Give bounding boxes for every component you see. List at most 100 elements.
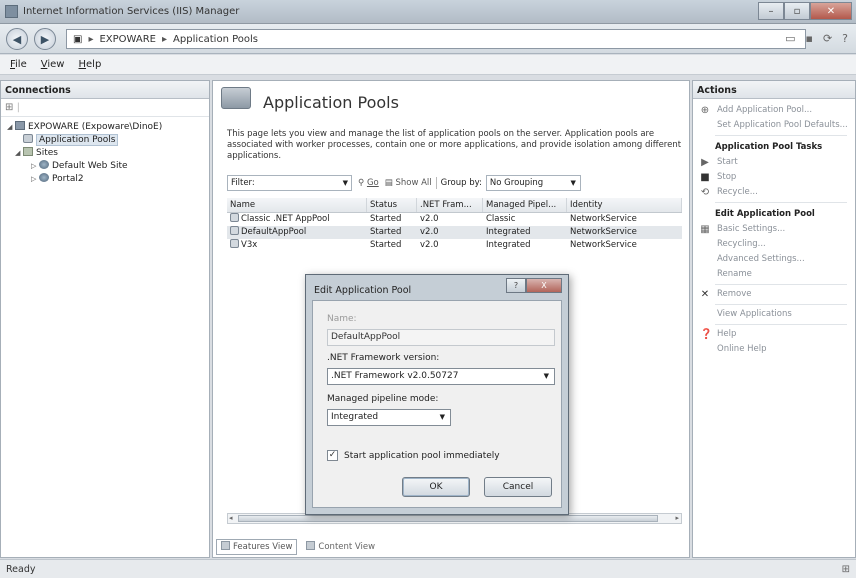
expand-icon[interactable]: ▷ [31, 173, 39, 186]
breadcrumb-app-pools[interactable]: Application Pools [173, 34, 258, 45]
group-by-select[interactable]: No Grouping ▼ [485, 175, 581, 191]
close-button[interactable]: ✕ [810, 2, 852, 20]
address-bar: ◀ ▶ ▣ ▸ EXPOWARE ▸ Application Pools ▭ ▪… [0, 24, 856, 54]
menu-file[interactable]: File [10, 59, 27, 70]
column-status[interactable]: Status [367, 198, 417, 212]
show-all-button[interactable]: ▤ Show All [385, 178, 432, 188]
toolbar-view-icon[interactable]: ▭ [785, 32, 795, 45]
pipeline-mode-select[interactable]: Integrated ▼ [327, 409, 451, 426]
server-icon [15, 121, 25, 130]
features-view-icon [221, 541, 230, 550]
actions-title: Actions [693, 81, 855, 99]
checkbox-checked-icon[interactable]: ✓ [327, 450, 338, 461]
start-icon: ▶ [701, 157, 709, 168]
application-pools-icon [221, 87, 251, 109]
toolbar-refresh-icon[interactable]: ⟳ [823, 32, 832, 45]
name-label: Name: [327, 314, 357, 324]
framework-version-select[interactable]: .NET Framework v2.0.50727 ▼ [327, 368, 555, 385]
scroll-left-icon[interactable]: ◂ [229, 514, 233, 522]
chevron-down-icon: ▼ [543, 372, 549, 380]
scrollbar-thumb[interactable] [238, 515, 658, 522]
add-application-pool-action[interactable]: ⊕ Add Application Pool... [693, 103, 855, 118]
breadcrumb-server[interactable]: EXPOWARE [99, 34, 156, 45]
maximize-button[interactable]: ▫ [784, 2, 810, 20]
column-name[interactable]: Name [227, 198, 367, 212]
column-identity[interactable]: Identity [567, 198, 682, 212]
chevron-down-icon: ▼ [439, 413, 445, 421]
status-text: Ready [6, 564, 36, 575]
tree-item-server[interactable]: ◢ EXPOWARE (Expoware\DinoE) [5, 121, 205, 134]
basic-settings-action[interactable]: ▦ Basic Settings... [693, 222, 855, 237]
tree-item-portal2[interactable]: ▷ Portal2 [5, 173, 205, 186]
dialog-help-button[interactable]: ? [506, 278, 526, 293]
table-row[interactable]: DefaultAppPool Started v2.0 Integrated N… [227, 226, 682, 239]
advanced-settings-action[interactable]: Advanced Settings... [693, 252, 855, 267]
expand-icon[interactable]: ▷ [31, 160, 39, 173]
column-managed-pipeline[interactable]: Managed Pipel... [483, 198, 567, 212]
view-applications-action[interactable]: View Applications [693, 307, 855, 322]
title-bar: Internet Information Services (IIS) Mana… [0, 0, 856, 24]
go-button[interactable]: ⚲ Go [358, 178, 379, 188]
help-action[interactable]: ❓ Help [693, 327, 855, 342]
scroll-right-icon[interactable]: ▸ [675, 514, 679, 522]
remove-action[interactable]: ✕ Remove [693, 287, 855, 302]
recycle-action[interactable]: ⟲ Recycle... [693, 185, 855, 200]
name-field: DefaultAppPool [327, 329, 555, 346]
forward-button[interactable]: ▶ [34, 28, 56, 50]
status-bar: Ready ⊞ [0, 559, 856, 578]
application-pools-table: Name Status .NET Fram... Managed Pipel..… [227, 198, 682, 252]
help-icon: ❓ [700, 329, 713, 340]
dialog-body: Name: DefaultAppPool .NET Framework vers… [312, 300, 562, 508]
menu-help[interactable]: Help [78, 59, 101, 70]
app-pool-icon [23, 134, 33, 143]
toolbar-stop-icon[interactable]: ▪ [805, 32, 812, 45]
collapse-icon[interactable]: ◢ [7, 121, 15, 134]
recycling-action[interactable]: Recycling... [693, 237, 855, 252]
column-net-framework[interactable]: .NET Fram... [417, 198, 483, 212]
online-help-action[interactable]: Online Help [693, 342, 855, 357]
tree-item-application-pools[interactable]: Application Pools [5, 134, 205, 147]
actions-panel: Actions ⊕ Add Application Pool... Set App… [692, 80, 856, 558]
tab-content-view[interactable]: Content View [301, 539, 380, 555]
ok-button[interactable]: OK [402, 477, 470, 497]
globe-icon [39, 160, 49, 169]
tree-item-sites[interactable]: ◢ Sites [5, 147, 205, 160]
rename-action[interactable]: Rename [693, 267, 855, 282]
minimize-button[interactable]: – [758, 2, 784, 20]
pool-tasks-header: Application Pool Tasks [715, 142, 823, 152]
table-header: Name Status .NET Fram... Managed Pipel..… [227, 198, 682, 213]
chevron-down-icon: ▼ [570, 179, 576, 187]
filter-input[interactable]: Filter: ▼ [227, 175, 352, 191]
back-button[interactable]: ◀ [6, 28, 28, 50]
start-immediately-checkbox[interactable]: ✓ Start application pool immediately [327, 450, 500, 461]
cancel-button[interactable]: Cancel [484, 477, 552, 497]
app-pool-icon [230, 226, 239, 235]
table-row[interactable]: Classic .NET AppPool Started v2.0 Classi… [227, 213, 682, 226]
start-action[interactable]: ▶ Start [693, 155, 855, 170]
dialog-close-button[interactable]: X [526, 278, 562, 293]
tab-features-view[interactable]: Features View [216, 539, 298, 555]
window-controls: – ▫ ✕ [758, 2, 852, 20]
go-icon: ⚲ [358, 178, 365, 188]
help-icon[interactable]: ? [842, 32, 848, 45]
settings-icon: ▦ [700, 224, 710, 235]
pipeline-mode-label: Managed pipeline mode: [327, 394, 439, 404]
collapse-icon[interactable]: ◢ [15, 147, 23, 160]
page-title: Application Pools [263, 93, 399, 112]
sites-folder-icon [23, 147, 33, 156]
set-pool-defaults-action[interactable]: Set Application Pool Defaults... [693, 118, 855, 133]
tree-item-default-web-site[interactable]: ▷ Default Web Site [5, 160, 205, 173]
framework-label: .NET Framework version: [327, 353, 440, 363]
add-pool-icon: ⊕ [700, 105, 710, 116]
address-breadcrumb[interactable]: ▣ ▸ EXPOWARE ▸ Application Pools [66, 29, 806, 49]
group-by-label: Group by: [440, 178, 482, 188]
dialog-controls: ? X [506, 278, 562, 293]
connections-toolbar: ⊞ | [1, 99, 209, 117]
menu-view[interactable]: View [41, 59, 65, 70]
connect-icon[interactable]: ⊞ [5, 102, 13, 113]
table-row[interactable]: V3x Started v2.0 Integrated NetworkServi… [227, 239, 682, 252]
connections-title: Connections [1, 81, 209, 99]
stop-action[interactable]: ■ Stop [693, 170, 855, 185]
menu-bar: File View Help [0, 55, 856, 75]
filter-dropdown-icon[interactable]: ▼ [343, 176, 348, 190]
